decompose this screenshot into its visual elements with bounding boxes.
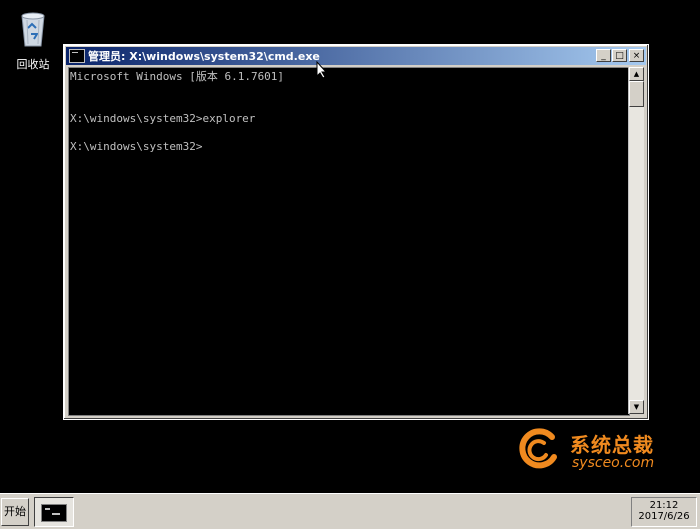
- window-titlebar[interactable]: 管理员: X:\windows\system32\cmd.exe _ □ ×: [66, 47, 646, 65]
- mouse-cursor-icon: [316, 61, 328, 79]
- clock-time: 21:12: [649, 500, 679, 511]
- taskbar-item-cmd[interactable]: [34, 497, 74, 527]
- system-clock[interactable]: 21:12 2017/6/26: [631, 497, 697, 527]
- scroll-down-button[interactable]: ▼: [629, 400, 644, 414]
- maximize-button[interactable]: □: [612, 49, 627, 62]
- cmd-icon[interactable]: [69, 49, 85, 63]
- sysceo-logo: 系统总裁 sysceo.com: [516, 425, 666, 475]
- recycle-bin-label: 回收站: [16, 58, 50, 71]
- cmd-window[interactable]: 管理员: X:\windows\system32\cmd.exe _ □ × M…: [63, 44, 649, 420]
- clock-date: 2017/6/26: [638, 511, 690, 522]
- taskbar: 开始 21:12 2017/6/26: [0, 493, 700, 529]
- vertical-scrollbar[interactable]: ▲ ▼: [628, 67, 644, 414]
- scroll-up-button[interactable]: ▲: [629, 67, 644, 81]
- logo-cn-text: 系统总裁: [570, 433, 654, 457]
- sysceo-logo-icon: [519, 428, 557, 469]
- start-button[interactable]: 开始: [1, 498, 29, 526]
- logo-en-text: sysceo.com: [572, 455, 655, 471]
- cmd-icon: [41, 504, 67, 522]
- console-output[interactable]: Microsoft Windows [版本 6.1.7601] X:\windo…: [68, 67, 630, 416]
- scroll-thumb[interactable]: [629, 81, 644, 107]
- recycle-bin[interactable]: 回收站: [8, 8, 58, 72]
- close-button[interactable]: ×: [629, 49, 644, 62]
- window-title: 管理员: X:\windows\system32\cmd.exe: [88, 50, 320, 63]
- recycle-bin-icon: [21, 12, 45, 47]
- minimize-button[interactable]: _: [596, 49, 611, 62]
- console-text: Microsoft Windows [版本 6.1.7601] X:\windo…: [70, 70, 285, 153]
